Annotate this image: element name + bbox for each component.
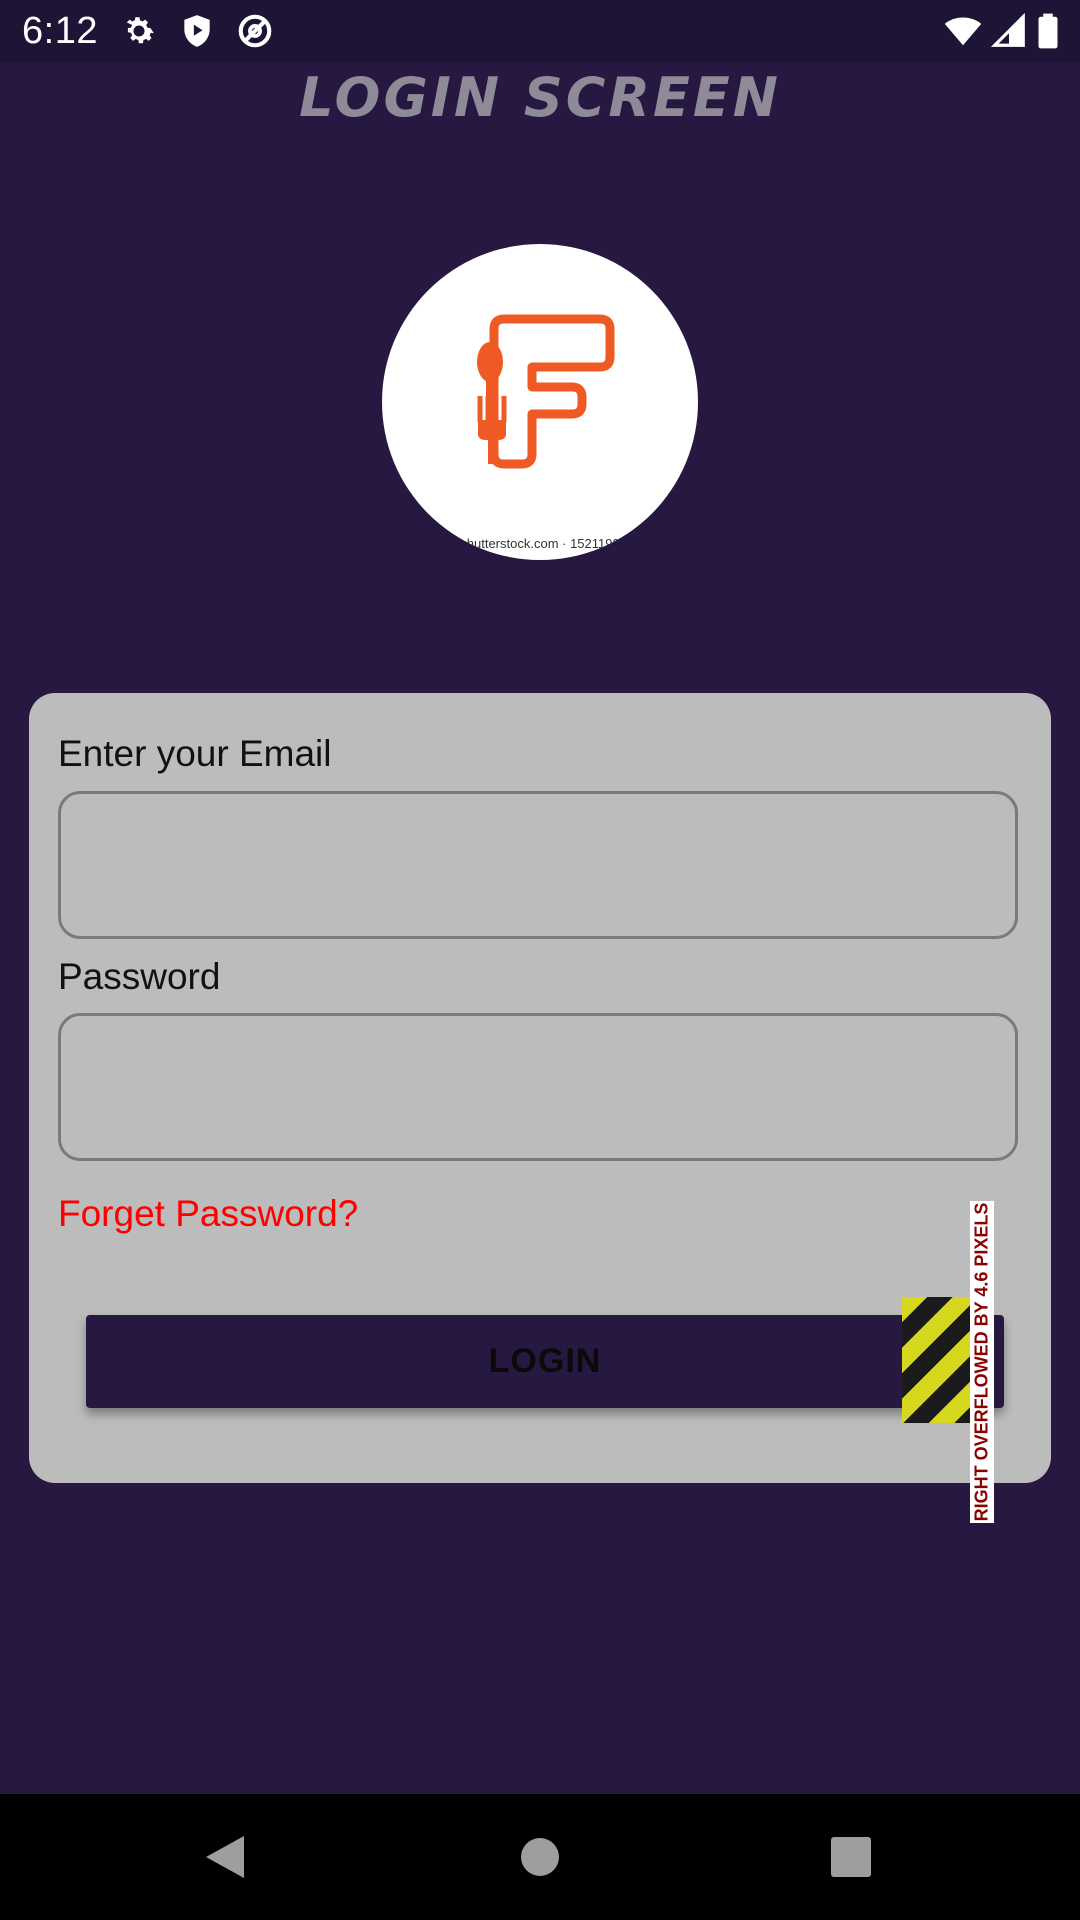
status-bar: 6:12 [0, 0, 1080, 62]
page-title: LOGIN SCREEN [299, 66, 781, 129]
recents-icon[interactable] [816, 1822, 886, 1892]
password-field[interactable] [58, 1013, 1018, 1161]
forget-password-link[interactable]: Forget Password? [58, 1193, 358, 1235]
logo-watermark: shutterstock.com · 1521198 [460, 536, 620, 551]
login-button[interactable]: LOGIN [86, 1315, 1004, 1408]
email-field[interactable] [58, 791, 1018, 939]
login-card: Enter your Email Password Forget Passwor… [29, 693, 1051, 1523]
email-label: Enter your Email [58, 733, 332, 774]
login-button-label: LOGIN [488, 1342, 602, 1380]
overflow-warning: RIGHT OVERFLOWED BY 4.6 PIXELS [970, 1201, 994, 1523]
signal-icon [990, 12, 1025, 47]
status-time: 6:12 [22, 10, 98, 52]
home-icon[interactable] [505, 1822, 575, 1892]
app-logo: shutterstock.com · 1521198 [382, 244, 698, 560]
settings-icon [126, 17, 154, 44]
password-label: Password [58, 956, 221, 997]
overflow-warning-text: RIGHT OVERFLOWED BY 4.6 PIXELS [971, 1202, 992, 1522]
battery-icon [1038, 13, 1058, 49]
fork-spoon-f-logo-icon [477, 314, 615, 469]
overflow-warning-stripes [902, 1297, 970, 1423]
wifi-icon [944, 17, 982, 46]
navigation-bar [0, 1794, 1080, 1920]
shield-play-icon [184, 15, 210, 47]
back-icon[interactable] [190, 1822, 260, 1892]
at-sign-icon [238, 14, 272, 48]
